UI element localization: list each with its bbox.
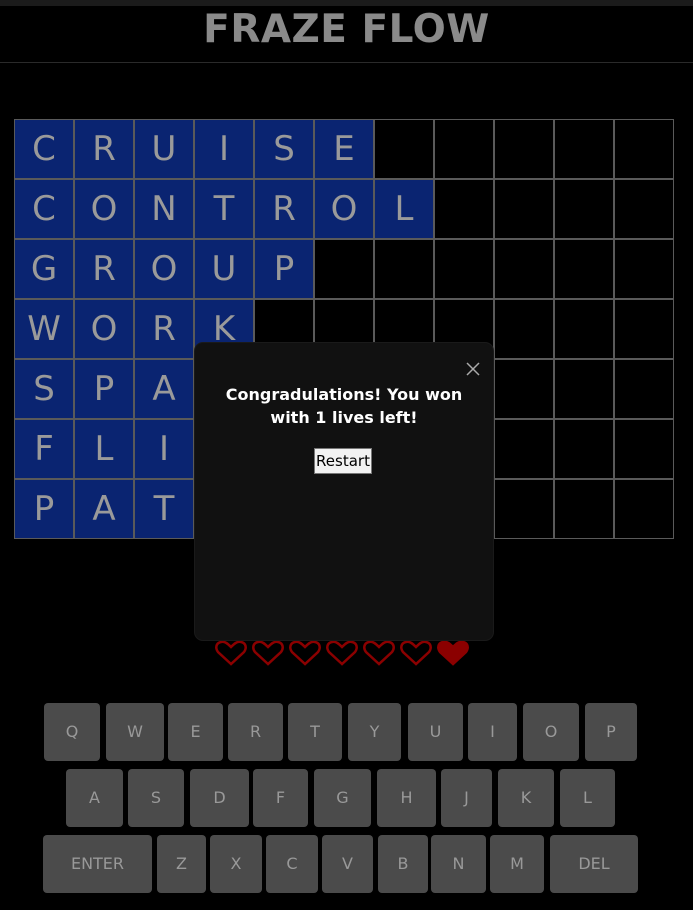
key-y[interactable]: Y [348,703,401,761]
close-icon[interactable] [463,359,483,379]
board-cell: L [74,419,134,479]
board-cell: L [374,179,434,239]
board-cell [554,299,614,359]
board-cell [614,119,674,179]
board-cell: C [14,179,74,239]
board-cell: T [194,179,254,239]
board-cell [434,179,494,239]
board-cell: O [74,179,134,239]
board-cell: S [14,359,74,419]
board-cell: A [134,359,194,419]
board-cell: N [134,179,194,239]
board-cell: W [14,299,74,359]
board-cell: S [254,119,314,179]
board-cell [494,119,554,179]
heart-icon [400,640,432,666]
key-t[interactable]: T [288,703,342,761]
board-cell [614,359,674,419]
key-k[interactable]: K [498,769,554,827]
board-cell [614,299,674,359]
board-cell [434,239,494,299]
board-cell [554,359,614,419]
board-cell [374,239,434,299]
board-cell [554,479,614,539]
key-g[interactable]: G [314,769,371,827]
key-q[interactable]: Q [44,703,100,761]
heart-icon [289,640,321,666]
key-h[interactable]: H [377,769,436,827]
board-cell [494,359,554,419]
board-cell: I [194,119,254,179]
board-cell [554,179,614,239]
board-cell: A [74,479,134,539]
board-cell: E [314,119,374,179]
board-cell: P [74,359,134,419]
key-s[interactable]: S [128,769,184,827]
heart-icon [363,640,395,666]
key-enter[interactable]: ENTER [43,835,152,893]
board-cell: P [14,479,74,539]
board-cell [494,479,554,539]
board-cell: R [74,239,134,299]
key-a[interactable]: A [66,769,123,827]
heart-icon [326,640,358,666]
key-u[interactable]: U [408,703,463,761]
board-cell [494,419,554,479]
header: FRAZE FLOW [0,6,693,63]
board-cell [554,419,614,479]
board-cell: O [134,239,194,299]
heart-icon [215,640,247,666]
heart-icon [437,640,469,666]
board-cell [374,119,434,179]
key-z[interactable]: Z [157,835,206,893]
key-n[interactable]: N [431,835,486,893]
key-w[interactable]: W [106,703,164,761]
board-cell [494,239,554,299]
key-l[interactable]: L [560,769,615,827]
key-p[interactable]: P [585,703,637,761]
key-e[interactable]: E [168,703,223,761]
key-c[interactable]: C [266,835,318,893]
win-message: Congradulations! You won with 1 lives le… [225,385,463,427]
board-cell [554,119,614,179]
board-cell: U [194,239,254,299]
key-o[interactable]: O [523,703,579,761]
board-cell [314,239,374,299]
board-cell: U [134,119,194,179]
board-cell: I [134,419,194,479]
board-cell: R [134,299,194,359]
board-cell [554,239,614,299]
restart-button[interactable]: Restart [314,448,372,474]
app-title: FRAZE FLOW [203,7,490,52]
key-x[interactable]: X [210,835,262,893]
key-v[interactable]: V [322,835,373,893]
key-d[interactable]: D [190,769,249,827]
win-dialog: Congradulations! You won with 1 lives le… [195,343,493,640]
board-cell: R [254,179,314,239]
board-cell [494,179,554,239]
board-cell [614,419,674,479]
key-m[interactable]: M [490,835,544,893]
key-f[interactable]: F [253,769,308,827]
board-cell [614,239,674,299]
board-cell: T [134,479,194,539]
board-cell [614,479,674,539]
key-del[interactable]: DEL [550,835,638,893]
board-cell: O [74,299,134,359]
board-cell: O [314,179,374,239]
board-cell [614,179,674,239]
key-r[interactable]: R [228,703,283,761]
key-i[interactable]: I [468,703,517,761]
board-cell: F [14,419,74,479]
board-cell: P [254,239,314,299]
board-cell: G [14,239,74,299]
board-cell: R [74,119,134,179]
key-j[interactable]: J [441,769,492,827]
heart-icon [252,640,284,666]
key-b[interactable]: B [378,835,428,893]
board-cell [494,299,554,359]
board-cell: C [14,119,74,179]
board-cell [434,119,494,179]
